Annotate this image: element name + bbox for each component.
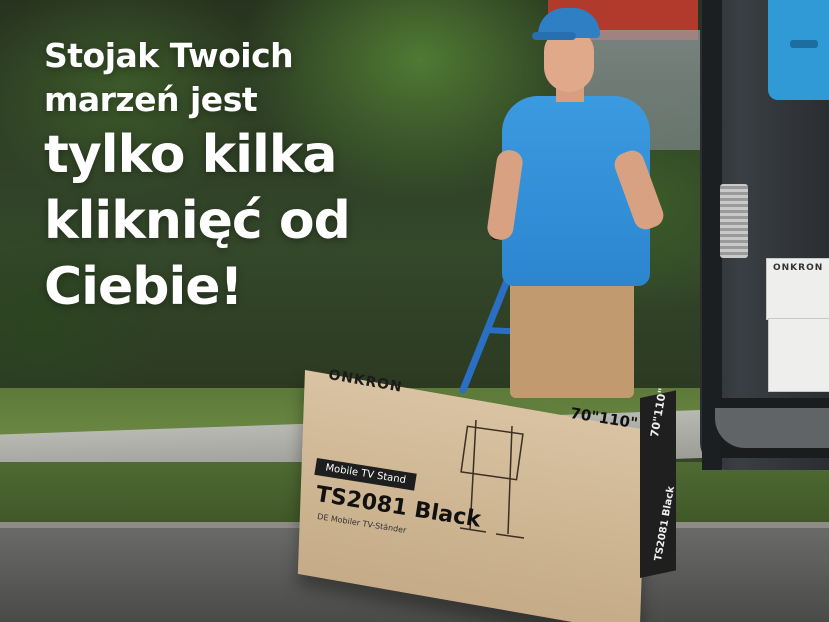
van-bumper <box>715 408 829 448</box>
man-cap-brim <box>532 32 576 40</box>
van-package-brand: ONKRON <box>773 263 824 273</box>
headline-line-4: kliknięć od <box>44 191 351 251</box>
headline-line-5: Ciebie! <box>44 257 243 317</box>
promo-banner: ONKRON ONKRON 70"110" Mobile TV Stand TS… <box>0 0 829 622</box>
delivery-man <box>480 0 680 400</box>
headline-line-3: tylko kilka <box>44 125 337 185</box>
man-pants <box>510 278 634 398</box>
headline: Stojak Twoich marzeń jest tylko kilka kl… <box>44 34 351 320</box>
van-package-bottom <box>768 318 829 392</box>
headline-line-2: marzeń jest <box>44 80 258 119</box>
van-door-edge <box>702 0 722 470</box>
van-handle <box>790 40 818 48</box>
headline-line-1: Stojak Twoich <box>44 36 294 75</box>
van-package-top: ONKRON <box>766 258 829 320</box>
van-step-grip <box>720 184 748 258</box>
van-blue-panel <box>768 0 829 100</box>
